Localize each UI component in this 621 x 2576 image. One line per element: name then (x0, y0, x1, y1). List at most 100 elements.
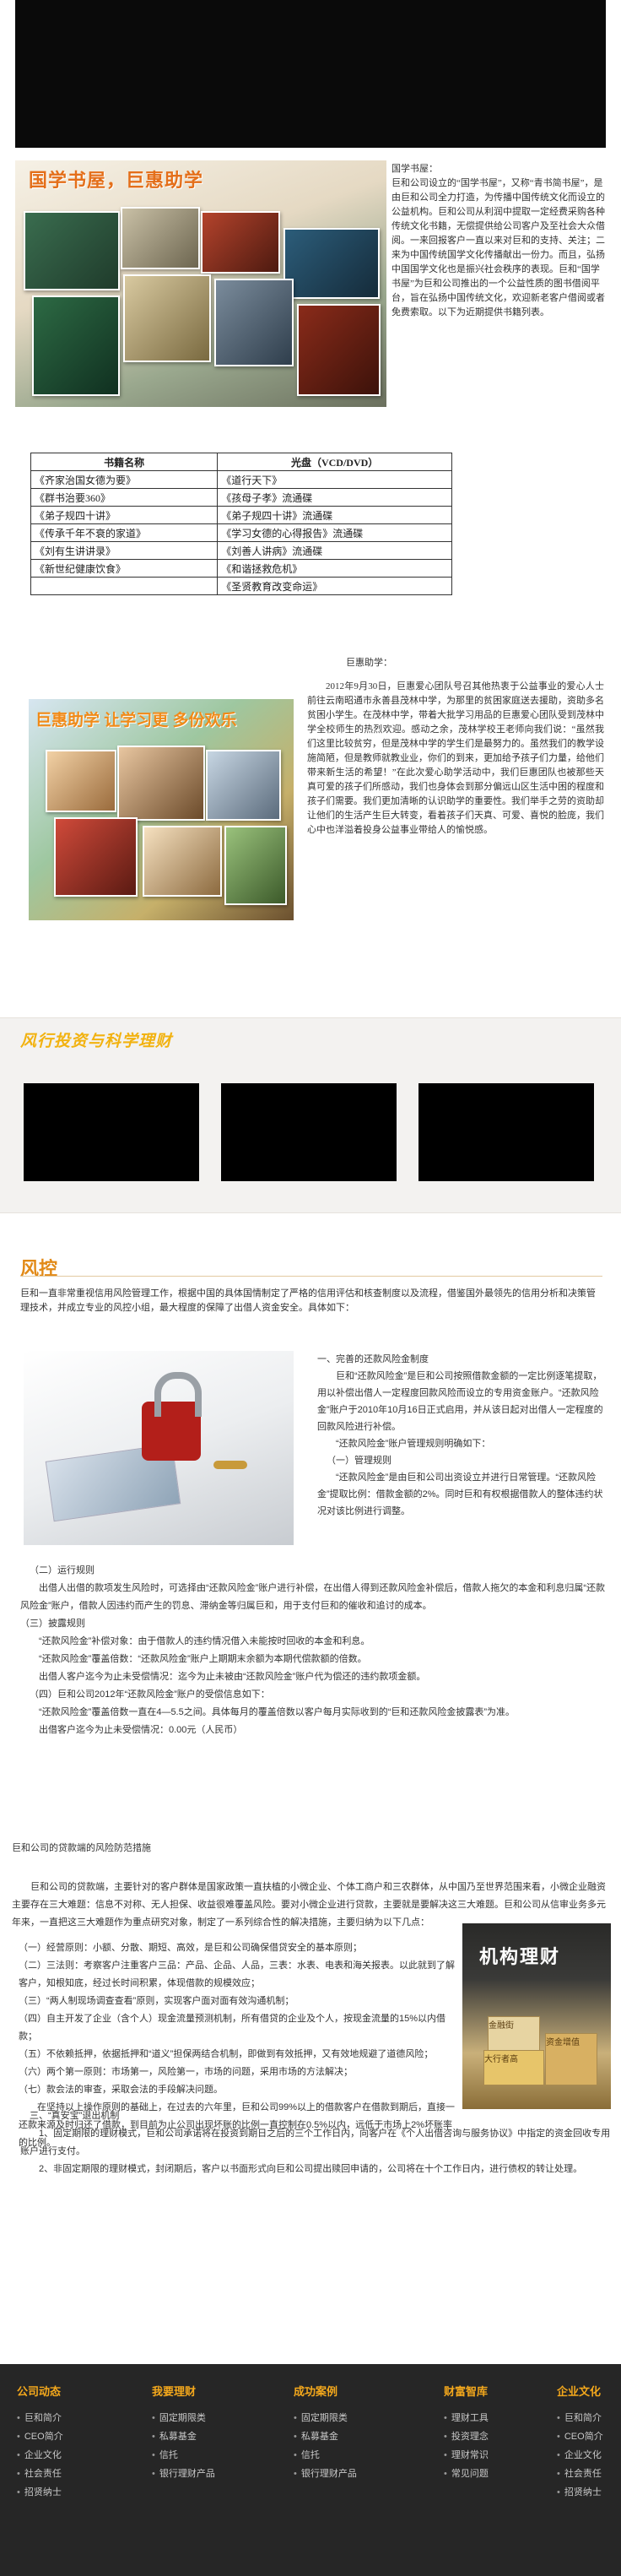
side-image-caption: 机构理财 (479, 1946, 561, 1967)
table-cell: 《学习女德的心得报告》流通碟 (217, 523, 452, 542)
measure-item: （六）两个第一原则：市场第一，风险第一，市场的问题，采用市场的方法解决； (19, 2067, 353, 2077)
table-row: 《弟子规四十讲》 《弟子规四十讲》流通碟 (30, 506, 452, 524)
photo-children (206, 750, 281, 821)
table-cell: 《齐家治国女德为要》 (30, 470, 219, 489)
money-lock-image (24, 1351, 294, 1545)
risk-side-line: 巨和“还款风险金”是巨和公司按照借款金额的一定比例逐笔提取，用以补偿出借人一定程… (317, 1371, 603, 1432)
footer-link[interactable]: CEO简介 (557, 2427, 621, 2446)
column-header: 光盘（VCD/DVD） (217, 453, 452, 471)
footer-link[interactable]: 社会责任 (557, 2465, 621, 2483)
measure-item: （五）不依赖抵押，依据抵押和“道义”担保两结合机制，即做到有效抵押，又有效地规避… (19, 2049, 434, 2059)
risk-side-line: “还款风险金”账户管理规则明确如下： (336, 1439, 491, 1449)
table-cell: 《道行天下》 (217, 470, 452, 489)
exit-line: 1、固定期限的理财模式，巨和公司承诺将在投资到期日之后的三个工作日内，向客户在《… (20, 2129, 611, 2156)
footer-heading[interactable]: 成功案例 (294, 2383, 357, 2399)
photo-children (54, 817, 138, 897)
footer-heading[interactable]: 公司动态 (17, 2383, 63, 2399)
table-cell: 《孩母子孝》流通碟 (217, 488, 452, 507)
risk-body-line: 出借人出借的款项发生风险时，可选择由“还款风险金”账户进行补偿，在出借人得到还款… (20, 1583, 605, 1611)
footer-link[interactable]: 投资理念 (444, 2427, 489, 2446)
footer-link[interactable]: 企业文化 (557, 2446, 621, 2465)
risk-body-line: （四）巨和公司2012年“还款风险金”账户的受偿信息如下： (30, 1689, 270, 1700)
table-row: 《圣贤教育改变命运》 (30, 577, 452, 595)
table-row: 《齐家治国女德为要》 《道行天下》 (30, 470, 452, 489)
risk-body-line: （二）运行规则 (30, 1565, 94, 1575)
table-row: 《新世纪健康饮食》 《和谐拯救危机》 (30, 559, 452, 578)
footer-link[interactable]: 企业文化 (17, 2446, 63, 2465)
footer-link[interactable]: 信托 (294, 2446, 357, 2465)
footer-link[interactable]: 招贤纳士 (557, 2483, 621, 2502)
footer-column-cases: 成功案例 固定期限类 私募基金 信托 银行理财产品 (294, 2383, 357, 2483)
wood-block: 资金增值 (545, 2033, 597, 2085)
exit-mechanism-text: 三、“真安宝”退出机制 1、固定期限的理财模式，巨和公司承诺将在投资到期日之后的… (20, 2107, 611, 2178)
footer-link[interactable]: 固定期限类 (152, 2409, 215, 2427)
risk-rules-text: （二）运行规则 出借人出借的款项发生风险时，可选择由“还款风险金”账户进行补偿，… (20, 1562, 611, 1739)
charity-greeting: 巨惠助学： (346, 658, 392, 668)
institutional-finance-image: 机构理财 金融街 大行者高 资金增值 (462, 1923, 611, 2109)
charity-description: 2012年9月30日，巨惠爱心团队号召其他热衷于公益事业的爱心人士前往云南昭通市… (307, 681, 604, 835)
exit-heading: 三、“真安宝”退出机制 (30, 2111, 120, 2121)
risk-side-line: “还款风险金”是由巨和公司出资设立并进行日常管理。“还款风险金”提取比例：借款金… (317, 1472, 603, 1516)
table-cell: 《刘有生讲讲录》 (30, 541, 219, 560)
block-label: 金融街 (489, 2021, 514, 2031)
photo-children (46, 750, 116, 812)
risk-body-line: （三）披露规则 (20, 1619, 85, 1629)
footer-link[interactable]: CEO简介 (17, 2427, 63, 2446)
footer-link[interactable]: 固定期限类 (294, 2409, 357, 2427)
book-photo (121, 207, 200, 269)
table-cell: 《弟子规四十讲》 (30, 506, 219, 524)
book-photo (24, 211, 120, 290)
photo-children (224, 826, 287, 905)
footer-link[interactable]: 巨和简介 (557, 2409, 621, 2427)
measure-item: （七）款会法的审查，采取会法的手段解决问题。 (19, 2085, 223, 2095)
risk-body-line: “还款风险金”覆盖倍数：“还款风险金”账户上期期末余额为本期代偿款额的倍数。 (39, 1654, 367, 1664)
video-thumbnail-1[interactable] (24, 1083, 199, 1181)
table-cell: 《弟子规四十讲》流通碟 (217, 506, 452, 524)
footer-link[interactable]: 理财工具 (444, 2409, 489, 2427)
footer-link[interactable]: 银行理财产品 (294, 2465, 357, 2483)
footer-link[interactable]: 理财常识 (444, 2446, 489, 2465)
footer-link[interactable]: 银行理财产品 (152, 2465, 215, 2483)
footer-link[interactable]: 私募基金 (294, 2427, 357, 2446)
video-thumbnail-3[interactable] (418, 1083, 594, 1181)
table-cell: 《圣贤教育改变命运》 (217, 577, 452, 595)
section-title-risk-control: 风控 (20, 1258, 58, 1279)
table-row: 《群书治要360》 《孩母子孝》流通碟 (30, 488, 452, 507)
risk-body-line: 出借客户迄今为止未受偿情况：0.00元（人民币） (39, 1725, 243, 1735)
exit-line: 2、非固定期限的理财模式，封闭期后，客户以书面形式向巨和公司提出赎回申请的，公司… (39, 2164, 583, 2174)
charity-photo-collage: 巨惠助学 让学习更 多份欢乐 (29, 699, 294, 920)
book-photo (32, 296, 120, 396)
footer-heading[interactable]: 企业文化 (557, 2383, 621, 2399)
footer-heading[interactable]: 财富智库 (444, 2383, 489, 2399)
book-list-table: 书籍名称 光盘（VCD/DVD） 《齐家治国女德为要》 《道行天下》 《群书治要3… (30, 453, 452, 595)
risk-body-line: “还款风险金”覆盖倍数一直在4—5.5之间。具体每月的覆盖倍数以客户每月实际收到… (39, 1707, 516, 1717)
block-label: 大行者高 (484, 2055, 518, 2064)
risk-body-line: 出借人客户迄今为止未受偿情况：迄今为止未被由“还款风险金”账户代为偿还的违约款项… (39, 1672, 426, 1682)
table-cell: 《刘善人讲病》流通碟 (217, 541, 452, 560)
risk-intro: 巨和一直非常重视信用风险管理工作，根据中国的具体国情制定了严格的信用评估和核查制… (20, 1288, 596, 1313)
table-row: 《传承千年不衰的家道》 《学习女德的心得报告》流通碟 (30, 523, 452, 542)
top-banner-video[interactable] (15, 0, 606, 148)
wood-block: 金融街 (488, 2016, 540, 2052)
charity-image-caption: 巨惠助学 让学习更 多份欢乐 (35, 712, 237, 729)
footer-link[interactable]: 巨和简介 (17, 2409, 63, 2427)
footer-link[interactable]: 私募基金 (152, 2427, 215, 2446)
measure-item: （三）“两人制现场调查查看”原则，实现客户面对面有效沟通机制； (19, 1996, 294, 2006)
wood-block: 大行者高 (483, 2050, 544, 2085)
table-cell: 《传承千年不衰的家道》 (30, 523, 219, 542)
footer-link[interactable]: 招贤纳士 (17, 2483, 63, 2502)
video-thumbnail-2[interactable] (221, 1083, 397, 1181)
footer-link[interactable]: 信托 (152, 2446, 215, 2465)
measure-item: （二）三法则：考察客户注重客户三品：产品、企品、人品，三表：水表、电表和海关报表… (19, 1960, 455, 1988)
book-photo (214, 279, 294, 366)
padlock-shackle (154, 1372, 202, 1417)
block-label: 资金增值 (546, 2038, 580, 2047)
footer-column-think-tank: 财富智库 理财工具 投资理念 理财常识 常见问题 (444, 2383, 489, 2483)
risk-side-line: 一、完善的还款风险金制度 (317, 1354, 429, 1364)
footer-column-company-news: 公司动态 巨和简介 CEO简介 企业文化 社会责任 招贤纳士 (17, 2383, 63, 2502)
divider (20, 1276, 602, 1277)
footer-heading[interactable]: 我要理财 (152, 2383, 215, 2399)
section-title-bookstore: 国学书屋，巨惠助学 (29, 170, 204, 191)
footer-link[interactable]: 社会责任 (17, 2465, 63, 2483)
footer-link[interactable]: 常见问题 (444, 2465, 489, 2483)
